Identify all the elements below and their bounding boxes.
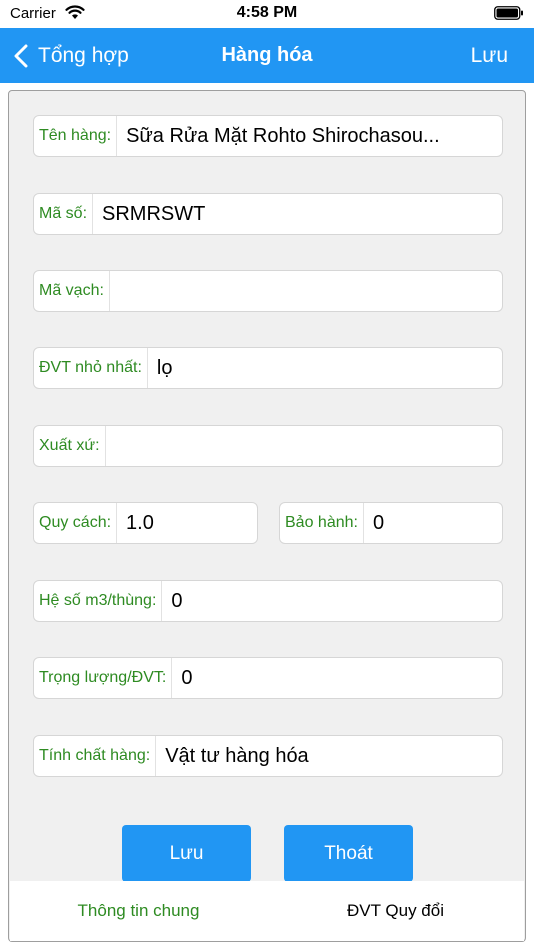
weight-per-unit-field: Trọng lượng/ĐVT: 0: [33, 657, 503, 699]
weight-per-unit-input[interactable]: 0: [172, 658, 502, 698]
specification-label: Quy cách:: [34, 503, 118, 543]
tab-general-info[interactable]: Thông tin chung: [10, 881, 267, 941]
product-name-label: Tên hàng:: [34, 116, 118, 156]
warranty-field: Bảo hành: 0: [279, 502, 503, 544]
product-code-field: Mã số: SRMRSWT: [33, 193, 503, 235]
product-code-label: Mã số:: [34, 194, 94, 234]
navigation-bar: Tổng hợp Hàng hóa Lưu: [0, 28, 534, 83]
product-form-card: Tên hàng: Sữa Rửa Mặt Rohto Shirochasou.…: [8, 90, 526, 942]
smallest-unit-field: ĐVT nhỏ nhất: lọ: [33, 347, 503, 389]
battery-icon: [494, 6, 524, 25]
smallest-unit-input[interactable]: lọ: [148, 348, 502, 388]
specification-input[interactable]: 1.0: [117, 503, 257, 543]
barcode-input[interactable]: [110, 271, 502, 311]
weight-per-unit-label: Trọng lượng/ĐVT:: [34, 658, 173, 698]
exit-button[interactable]: Thoát: [284, 825, 413, 882]
warranty-label: Bảo hành:: [280, 503, 364, 543]
origin-label: Xuất xứ:: [34, 426, 106, 466]
tab-unit-conversion[interactable]: ĐVT Quy đổi: [267, 881, 524, 941]
product-name-input[interactable]: Sữa Rửa Mặt Rohto Shirochasou...: [117, 116, 502, 156]
status-bar: Carrier 4:58 PM: [0, 0, 534, 28]
specification-field: Quy cách: 1.0: [33, 502, 258, 544]
chevron-left-icon: [14, 44, 28, 67]
volume-per-box-field: Hệ số m3/thùng: 0: [33, 580, 503, 622]
status-time: 4:58 PM: [236, 4, 298, 21]
nav-save-button[interactable]: Lưu: [471, 28, 508, 83]
origin-field: Xuất xứ:: [33, 425, 503, 467]
barcode-label: Mã vạch:: [34, 271, 110, 311]
product-code-input[interactable]: SRMRSWT: [93, 194, 502, 234]
origin-input[interactable]: [106, 426, 502, 466]
tab-bar: Thông tin chung ĐVT Quy đổi: [10, 881, 524, 941]
volume-per-box-input[interactable]: 0: [162, 581, 502, 621]
back-label: Tổng hợp: [38, 43, 129, 67]
volume-per-box-label: Hệ số m3/thùng:: [34, 581, 163, 621]
barcode-field: Mã vạch:: [33, 270, 503, 312]
product-name-field: Tên hàng: Sữa Rửa Mặt Rohto Shirochasou.…: [33, 115, 503, 157]
product-nature-field: Tính chất hàng: Vật tư hàng hóa: [33, 735, 503, 777]
back-button[interactable]: Tổng hợp: [14, 28, 129, 83]
save-button[interactable]: Lưu: [122, 825, 251, 882]
product-nature-input[interactable]: Vật tư hàng hóa: [156, 736, 502, 776]
smallest-unit-label: ĐVT nhỏ nhất:: [34, 348, 148, 388]
product-nature-label: Tính chất hàng:: [34, 736, 157, 776]
warranty-input[interactable]: 0: [364, 503, 502, 543]
